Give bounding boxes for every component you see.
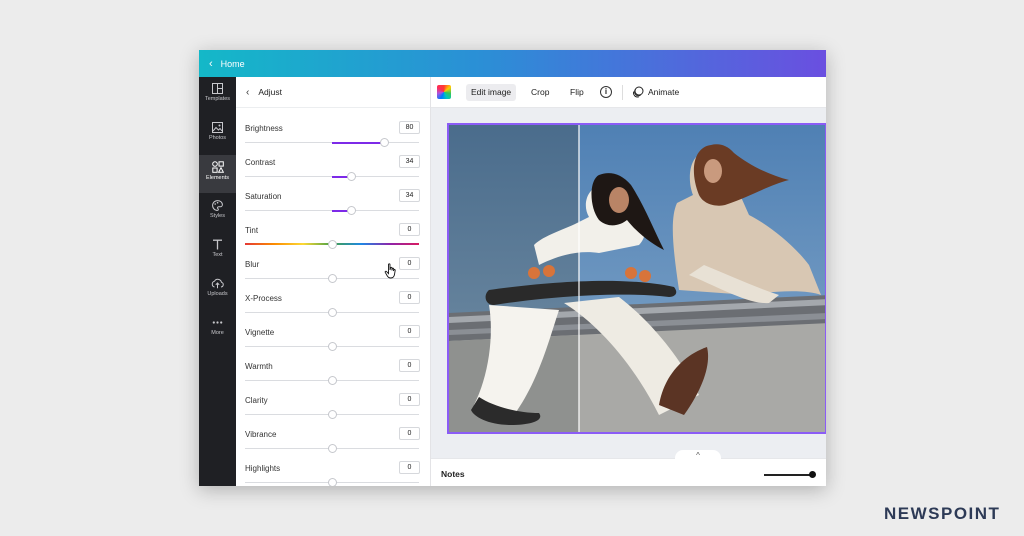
slider-thumb[interactable]	[327, 410, 337, 419]
adjust-label: Saturation	[245, 192, 282, 201]
slider-thumb[interactable]	[327, 240, 337, 249]
hand-cursor-icon	[384, 263, 396, 279]
animate-button[interactable]: Animate	[643, 84, 684, 101]
rail-label: More	[211, 330, 224, 336]
zoom-slider-thumb[interactable]	[809, 471, 816, 478]
adjust-label: X-Process	[245, 294, 282, 303]
notes-bar: ^ Notes	[431, 450, 826, 486]
design-canvas	[431, 108, 826, 458]
slider-thumb[interactable]	[327, 444, 337, 453]
blur-value-input[interactable]: 0	[399, 257, 420, 270]
rail-item-templates[interactable]: Templates	[199, 77, 236, 115]
zoom-slider-track[interactable]	[764, 474, 812, 476]
vignette-value-input[interactable]: 0	[399, 325, 420, 338]
flip-button[interactable]: Flip	[565, 84, 589, 101]
rail-item-uploads[interactable]: Uploads	[199, 272, 236, 310]
toolbar-divider	[622, 85, 623, 100]
chevron-left-icon[interactable]: ‹	[209, 58, 213, 70]
adjust-label: Vibrance	[245, 430, 277, 439]
back-chevron-icon[interactable]: ‹	[246, 87, 249, 98]
slider-thumb[interactable]	[327, 274, 337, 283]
adjust-clarity: Clarity 0	[245, 393, 420, 430]
rail-item-more[interactable]: More	[199, 311, 236, 349]
elements-icon	[211, 161, 224, 173]
home-link[interactable]: Home	[221, 59, 245, 69]
edit-image-button[interactable]: Edit image	[466, 84, 517, 101]
rail-item-elements[interactable]: Elements	[199, 155, 236, 193]
editor-window: ‹ Home Templates Photos Elements Styles …	[199, 50, 826, 486]
adjust-tint: Tint 0	[245, 223, 420, 260]
color-swatch-icon[interactable]	[437, 85, 451, 99]
tint-value-input[interactable]: 0	[399, 223, 420, 236]
adjust-highlights: Highlights 0	[245, 461, 420, 486]
side-rail: Templates Photos Elements Styles Text Up…	[199, 77, 236, 486]
adjust-label: Blur	[245, 260, 260, 269]
styles-icon	[212, 200, 223, 211]
x-process-value-input[interactable]: 0	[399, 291, 420, 304]
slider-thumb[interactable]	[327, 342, 337, 351]
slider-thumb[interactable]	[327, 308, 337, 317]
clarity-value-input[interactable]: 0	[399, 393, 420, 406]
contrast-value-input[interactable]: 34	[399, 155, 420, 168]
info-icon[interactable]: i	[600, 86, 612, 98]
warmth-value-input[interactable]: 0	[399, 359, 420, 372]
adjust-label: Contrast	[245, 158, 276, 167]
adjust-vignette: Vignette 0	[245, 325, 420, 362]
slider-thumb[interactable]	[327, 376, 337, 385]
photo-image	[449, 125, 825, 432]
adjust-x-process: X-Process 0	[245, 291, 420, 328]
image-toolbar: Edit image Crop Flip i Animate	[431, 77, 826, 108]
adjust-vibrance: Vibrance 0	[245, 427, 420, 464]
slider-thumb[interactable]	[379, 138, 389, 147]
selected-photo[interactable]	[447, 123, 826, 434]
adjust-brightness: Brightness 80	[245, 121, 420, 158]
rail-label: Text	[212, 252, 223, 258]
slider-fill	[332, 141, 384, 144]
adjust-label: Highlights	[245, 464, 281, 473]
crop-button[interactable]: Crop	[526, 84, 554, 101]
notes-label[interactable]: Notes	[441, 469, 465, 479]
newspoint-logo: NEWSPOINT	[884, 504, 1001, 523]
adjust-warmth: Warmth 0	[245, 359, 420, 396]
rail-label: Templates	[204, 96, 231, 102]
vibrance-value-input[interactable]: 0	[399, 427, 420, 440]
rail-label: Styles	[210, 213, 225, 219]
text-icon	[213, 239, 222, 250]
rail-item-text[interactable]: Text	[199, 233, 236, 271]
rail-item-photos[interactable]: Photos	[199, 116, 236, 154]
adjust-panel: ‹ Adjust Brightness 80 Contrast 34 Satur…	[236, 77, 431, 486]
rail-label: Uploads	[207, 291, 228, 297]
rail-item-styles[interactable]: Styles	[199, 194, 236, 232]
slider-thumb[interactable]	[346, 206, 356, 215]
adjust-label: Vignette	[245, 328, 275, 337]
adjust-saturation: Saturation 34	[245, 189, 420, 226]
uploads-icon	[211, 278, 224, 289]
highlights-value-input[interactable]: 0	[399, 461, 420, 474]
panel-header: ‹ Adjust	[236, 77, 430, 108]
more-icon	[212, 321, 223, 324]
adjust-label: Tint	[245, 226, 259, 235]
top-bar: ‹ Home	[199, 50, 826, 77]
templates-icon	[212, 83, 223, 94]
adjust-label: Warmth	[245, 362, 273, 371]
photos-icon	[212, 122, 223, 133]
slider-thumb[interactable]	[327, 478, 337, 486]
brightness-value-input[interactable]: 80	[399, 121, 420, 134]
adjust-label: Brightness	[245, 124, 283, 133]
expand-notes-chevron-icon[interactable]: ^	[675, 450, 721, 460]
slider-thumb[interactable]	[346, 172, 356, 181]
rail-label: Photos	[208, 135, 227, 141]
adjust-label: Clarity	[245, 396, 268, 405]
saturation-value-input[interactable]: 34	[399, 189, 420, 202]
adjust-contrast: Contrast 34	[245, 155, 420, 192]
rail-label: Elements	[206, 175, 229, 181]
panel-title: Adjust	[258, 87, 282, 97]
